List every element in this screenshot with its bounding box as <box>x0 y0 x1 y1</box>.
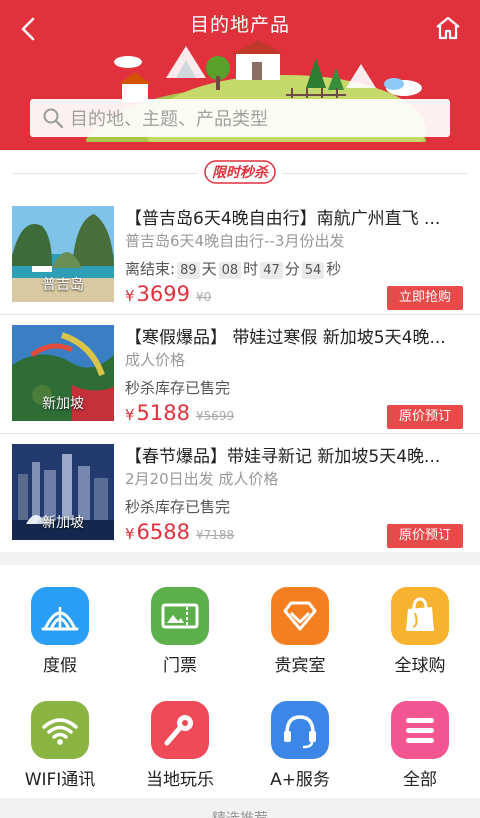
category-vacation[interactable]: 度假 <box>0 565 120 677</box>
countdown-minutes: 47 <box>260 262 283 279</box>
menu-icon <box>391 701 449 759</box>
currency-symbol: ¥ <box>125 406 135 424</box>
recommended-label: 精选推荐 <box>0 808 480 818</box>
category-label: WIFI通讯 <box>24 770 96 790</box>
stock-status: 秒杀库存已售完 <box>125 498 231 516</box>
product-image-singapore-night[interactable]: 新加坡 <box>12 444 114 540</box>
countdown: 离结束: 89 天 08 时 47 分 54 秒 <box>125 258 341 279</box>
page-title: 目的地产品 <box>189 14 290 36</box>
book-original-price-button[interactable]: 原价预订 <box>387 524 463 548</box>
category-vip-lounge[interactable]: 贵宾室 <box>240 565 360 677</box>
category-wifi[interactable]: WIFI通讯 <box>0 679 120 791</box>
diamond-icon <box>271 587 329 645</box>
category-label: 全部 <box>403 770 437 790</box>
search-input[interactable]: 目的地、主题、产品类型 <box>30 99 450 137</box>
countdown-hours: 08 <box>218 262 242 279</box>
sale-price: 5188 <box>136 401 190 425</box>
category-label: 贵宾室 <box>274 656 326 676</box>
home-button[interactable] <box>434 14 462 42</box>
divider <box>282 173 468 174</box>
flash-sale-badge-text: 限时秒杀 <box>212 164 269 181</box>
unit-second: 秒 <box>326 260 342 278</box>
category-global-shopping[interactable]: 全球购 <box>360 565 480 677</box>
currency-symbol: ¥ <box>125 287 135 305</box>
stock-status: 秒杀库存已售完 <box>125 379 231 397</box>
product-subtitle: 成人价格 <box>125 351 186 369</box>
divider <box>12 173 198 174</box>
category-tickets[interactable]: 门票 <box>120 565 240 677</box>
flash-sale-badge: 限时秒杀 <box>204 160 276 184</box>
sale-price: 3699 <box>136 282 190 306</box>
search-icon <box>43 108 64 129</box>
list-item[interactable]: 新加坡 【春节爆品】带娃寻新记 新加坡5天4晚... 2月20日出发 成人价格 … <box>0 433 480 551</box>
price: ¥5188 ¥5699 <box>125 401 234 425</box>
category-a-plus-service[interactable]: A+服务 <box>240 679 360 791</box>
category-label: 当地玩乐 <box>146 770 214 790</box>
category-all[interactable]: 全部 <box>360 679 480 791</box>
unit-minute: 分 <box>284 260 300 278</box>
product-title[interactable]: 【寒假爆品】 带娃过寒假 新加坡5天4晚... <box>125 323 465 348</box>
wifi-icon <box>31 701 89 759</box>
category-label: 门票 <box>163 656 197 676</box>
original-price: ¥5699 <box>196 409 235 423</box>
book-original-price-button[interactable]: 原价预订 <box>387 405 463 429</box>
unit-day: 天 <box>201 260 217 278</box>
category-label: 度假 <box>43 656 77 676</box>
product-subtitle: 2月20日出发 成人价格 <box>125 470 279 488</box>
price: ¥6588 ¥7188 <box>125 520 234 544</box>
search-placeholder: 目的地、主题、产品类型 <box>70 109 268 130</box>
sale-price: 6588 <box>136 520 190 544</box>
image-caption: 新加坡 <box>42 515 84 531</box>
countdown-seconds: 54 <box>301 262 325 279</box>
category-label: A+服务 <box>270 770 330 790</box>
buy-now-button[interactable]: 立即抢购 <box>387 286 463 310</box>
category-grid: 度假 门票 贵宾室 全球购 WIFI通讯 当地玩乐 A+服务 全部 <box>0 565 480 798</box>
image-caption: 普吉岛 <box>42 277 84 293</box>
recommended-section-header: 精选推荐 <box>0 798 480 818</box>
currency-symbol: ¥ <box>125 525 135 543</box>
ticket-icon <box>151 587 209 645</box>
category-label: 全球购 <box>394 656 446 676</box>
list-item[interactable]: 新加坡 【寒假爆品】 带娃过寒假 新加坡5天4晚... 成人价格 秒杀库存已售完… <box>0 314 480 432</box>
microphone-icon <box>151 701 209 759</box>
tent-icon <box>31 587 89 645</box>
image-caption: 新加坡 <box>42 396 84 412</box>
product-image-singapore[interactable]: 新加坡 <box>12 325 114 421</box>
original-price: ¥0 <box>196 290 212 304</box>
shopping-bag-icon <box>391 587 449 645</box>
category-local-fun[interactable]: 当地玩乐 <box>120 679 240 791</box>
headset-icon <box>271 701 329 759</box>
unit-hour: 时 <box>243 260 259 278</box>
header-banner: 目的地产品 目的地、主题、产品类型 <box>0 0 480 150</box>
product-title[interactable]: 【春节爆品】带娃寻新记 新加坡5天4晚... <box>125 442 465 467</box>
product-subtitle: 普吉岛6天4晚自由行--3月份出发 <box>125 232 345 250</box>
list-item[interactable]: 普吉岛 【普吉岛6天4晚自由行】南航广州直飞 ... 普吉岛6天4晚自由行--3… <box>0 196 480 314</box>
original-price: ¥7188 <box>196 528 235 542</box>
flash-sale-header: 限时秒杀 <box>0 150 480 196</box>
product-title[interactable]: 【普吉岛6天4晚自由行】南航广州直飞 ... <box>125 204 465 229</box>
flash-sale-panel: 限时秒杀 普吉岛 【普吉岛6天4晚自由行】南航广州直飞 ... 普吉岛6天4晚自… <box>0 150 480 552</box>
home-icon <box>436 16 460 40</box>
price: ¥3699 ¥0 <box>125 282 211 306</box>
countdown-days: 89 <box>177 262 200 279</box>
countdown-label: 离结束: <box>125 260 176 278</box>
product-image-phuket[interactable]: 普吉岛 <box>12 206 114 302</box>
